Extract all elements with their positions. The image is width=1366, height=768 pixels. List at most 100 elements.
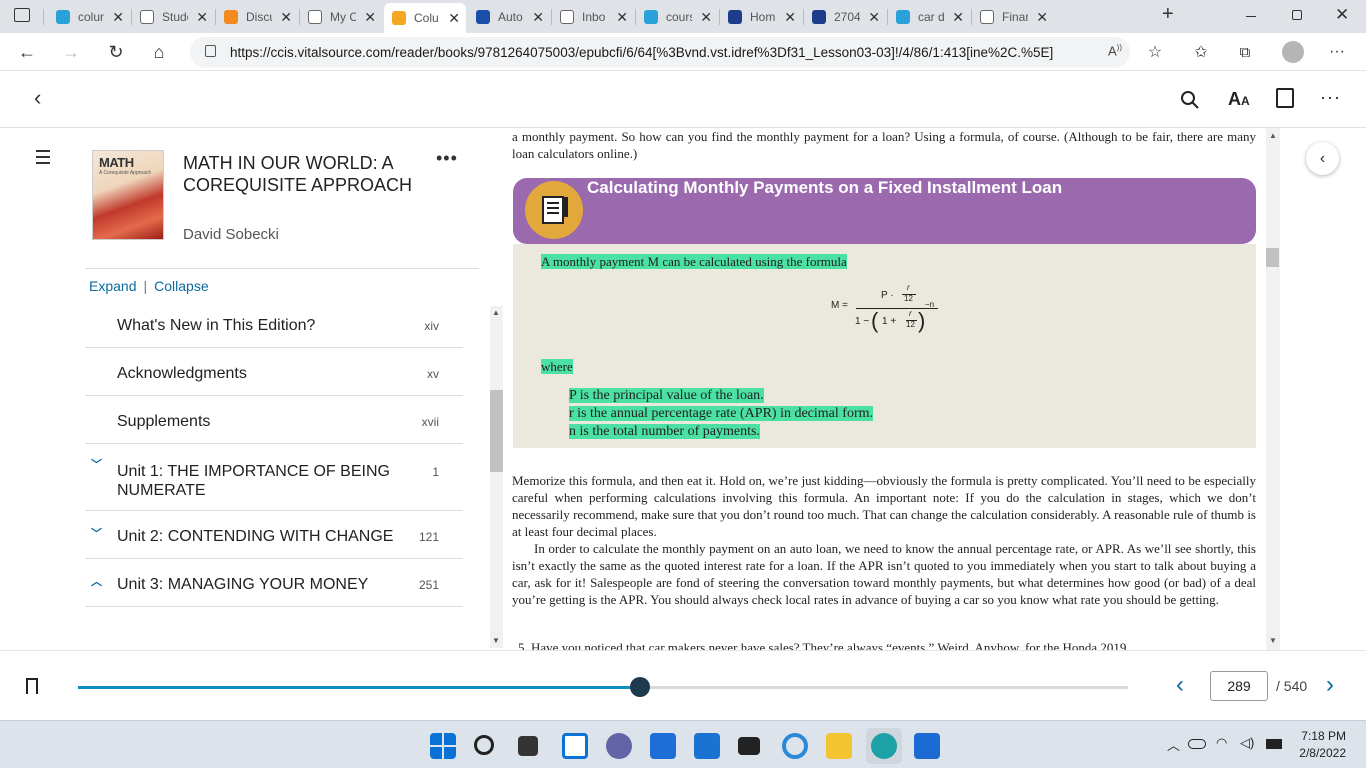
content-scrollbar[interactable] bbox=[1266, 128, 1280, 650]
browser-tab[interactable]: My C ✕ bbox=[300, 4, 382, 30]
new-tab-button[interactable]: + bbox=[1162, 3, 1174, 26]
browser-tab[interactable]: Inbo ✕ bbox=[552, 4, 634, 30]
search-taskbar-icon[interactable] bbox=[474, 735, 494, 755]
book-options-icon[interactable]: ••• bbox=[436, 148, 458, 169]
close-tab-icon[interactable]: ✕ bbox=[112, 9, 124, 26]
collections-icon[interactable]: ⧉ bbox=[1232, 39, 1258, 65]
volume-icon[interactable]: ◁) bbox=[1240, 735, 1254, 751]
page-number-input[interactable]: 289 bbox=[1210, 671, 1268, 701]
browser-tab[interactable]: colum ✕ bbox=[48, 4, 130, 30]
close-tab-icon[interactable]: ✕ bbox=[196, 9, 208, 26]
favorites-icon[interactable]: ✩ bbox=[1188, 39, 1214, 65]
close-tab-icon[interactable]: ✕ bbox=[364, 9, 376, 26]
profile-avatar[interactable] bbox=[1282, 41, 1304, 63]
close-tab-icon[interactable]: ✕ bbox=[448, 10, 460, 27]
lock-icon[interactable] bbox=[205, 45, 216, 57]
browser-tab[interactable]: Finar ✕ bbox=[972, 4, 1054, 30]
window-menu-icon[interactable] bbox=[14, 8, 30, 22]
toc-item-page: 251 bbox=[418, 578, 439, 592]
chevron-up-icon[interactable]: ︿ bbox=[91, 573, 102, 589]
close-tab-icon[interactable]: ✕ bbox=[700, 9, 712, 26]
toc-item[interactable]: What's New in This Edition? xiv bbox=[85, 300, 463, 348]
toc-scroll-up-icon[interactable]: ▲ bbox=[492, 308, 500, 317]
next-page-icon[interactable]: › bbox=[1326, 671, 1334, 699]
toc-item[interactable]: ﹀ Unit 2: CONTENDING WITH CHANGE 121 bbox=[85, 511, 463, 559]
expand-link[interactable]: Expand bbox=[89, 278, 136, 294]
restore-button[interactable] bbox=[1292, 10, 1302, 20]
browser-tab[interactable]: cours ✕ bbox=[636, 4, 718, 30]
chevron-down-icon[interactable]: ﹀ bbox=[91, 525, 102, 541]
widgets-icon[interactable] bbox=[562, 733, 588, 759]
formula-exponent: −n bbox=[925, 300, 935, 309]
browser-tab[interactable]: Auto ✕ bbox=[468, 4, 550, 30]
forward-button[interactable]: → bbox=[58, 39, 84, 65]
close-tab-icon[interactable]: ✕ bbox=[868, 9, 880, 26]
toc-item-page: xiv bbox=[424, 319, 439, 333]
close-tab-icon[interactable]: ✕ bbox=[784, 9, 796, 26]
bookmark-icon[interactable] bbox=[26, 678, 38, 694]
reader-more-icon[interactable]: ··· bbox=[1320, 87, 1341, 108]
minimize-button[interactable] bbox=[1246, 16, 1256, 17]
start-icon[interactable] bbox=[430, 733, 456, 759]
page-slider-handle[interactable] bbox=[629, 677, 650, 697]
address-bar[interactable]: https://ccis.vitalsource.com/reader/book… bbox=[190, 37, 1130, 67]
browser-tab[interactable]: Discu ✕ bbox=[216, 4, 298, 30]
read-aloud-icon[interactable]: A)) bbox=[1108, 43, 1122, 58]
settings-more-icon[interactable]: ··· bbox=[1324, 39, 1350, 65]
content-scroll-up-icon[interactable]: ▲ bbox=[1269, 131, 1277, 140]
search-icon[interactable] bbox=[1180, 90, 1200, 110]
reader-back-icon[interactable]: ‹ bbox=[34, 85, 41, 111]
wifi-icon[interactable]: ◠ bbox=[1216, 735, 1227, 751]
refresh-button[interactable]: ↻ bbox=[103, 39, 129, 65]
add-favorite-icon[interactable]: ☆ bbox=[1142, 39, 1168, 65]
toc-item[interactable]: Acknowledgments xv bbox=[85, 348, 463, 396]
show-hidden-icons[interactable]: ︿ bbox=[1167, 735, 1180, 754]
collapse-link[interactable]: Collapse bbox=[154, 278, 208, 294]
teams-chat-icon[interactable] bbox=[606, 733, 632, 759]
toc-item[interactable]: Supplements xvii bbox=[85, 396, 463, 444]
internet-explorer-icon[interactable] bbox=[782, 733, 808, 759]
gmail-icon bbox=[560, 10, 574, 24]
home-button[interactable]: ⌂ bbox=[146, 39, 172, 65]
content-scrollbar-thumb[interactable] bbox=[1266, 248, 1279, 267]
mail-icon[interactable] bbox=[694, 733, 720, 759]
vitalsource-app-icon[interactable] bbox=[914, 733, 940, 759]
toc-item[interactable]: ﹀ Unit 1: THE IMPORTANCE OF BEING NUMERAT… bbox=[85, 444, 463, 511]
edge-icon[interactable] bbox=[866, 728, 902, 764]
close-tab-icon[interactable]: ✕ bbox=[532, 9, 544, 26]
browser-toolbar: ← → ↻ ⌂ https://ccis.vitalsource.com/rea… bbox=[0, 33, 1366, 71]
book-author: David Sobecki bbox=[183, 226, 279, 243]
close-tab-icon[interactable]: ✕ bbox=[616, 9, 628, 26]
system-clock[interactable]: 7:18 PM 2/8/2022 bbox=[1290, 728, 1346, 762]
browser-tab[interactable]: 2704 ✕ bbox=[804, 4, 886, 30]
toc-item[interactable]: ︿ Unit 3: MANAGING YOUR MONEY 251 bbox=[85, 559, 463, 607]
font-size-icon[interactable]: AA bbox=[1228, 89, 1250, 110]
store-icon[interactable] bbox=[650, 733, 676, 759]
browser-tab[interactable]: Stude ✕ bbox=[132, 4, 214, 30]
toc-scrollbar[interactable] bbox=[490, 306, 503, 648]
previous-page-icon[interactable]: ‹ bbox=[1176, 671, 1184, 699]
bookmarks-icon[interactable] bbox=[1276, 88, 1294, 108]
file-explorer-icon[interactable] bbox=[826, 733, 852, 759]
hamburger-menu-icon[interactable] bbox=[36, 150, 50, 168]
browser-tab[interactable]: Hom ✕ bbox=[720, 4, 802, 30]
formula-numerator-p: P · bbox=[881, 290, 894, 301]
browser-tab[interactable]: car d ✕ bbox=[888, 4, 970, 30]
content-scroll-down-icon[interactable]: ▼ bbox=[1269, 636, 1277, 645]
bing-icon bbox=[644, 10, 658, 24]
close-window-button[interactable]: ✕ bbox=[1335, 5, 1349, 25]
close-tab-icon[interactable]: ✕ bbox=[280, 9, 292, 26]
onedrive-icon[interactable] bbox=[1188, 739, 1206, 749]
task-view-icon[interactable] bbox=[518, 736, 538, 756]
battery-icon[interactable] bbox=[1266, 739, 1282, 749]
toc-scrollbar-thumb[interactable] bbox=[490, 390, 503, 472]
collapse-panel-button[interactable]: ‹ bbox=[1306, 142, 1339, 175]
browser-tab[interactable]: Colu ✕ bbox=[384, 3, 466, 33]
toc-scroll-down-icon[interactable]: ▼ bbox=[492, 636, 500, 645]
chevron-down-icon[interactable]: ﹀ bbox=[91, 456, 102, 472]
close-tab-icon[interactable]: ✕ bbox=[952, 9, 964, 26]
back-button[interactable]: ← bbox=[14, 39, 40, 65]
formula-den-one: 1 − bbox=[855, 316, 870, 327]
dropbox-icon[interactable] bbox=[738, 737, 760, 755]
close-tab-icon[interactable]: ✕ bbox=[1036, 9, 1048, 26]
